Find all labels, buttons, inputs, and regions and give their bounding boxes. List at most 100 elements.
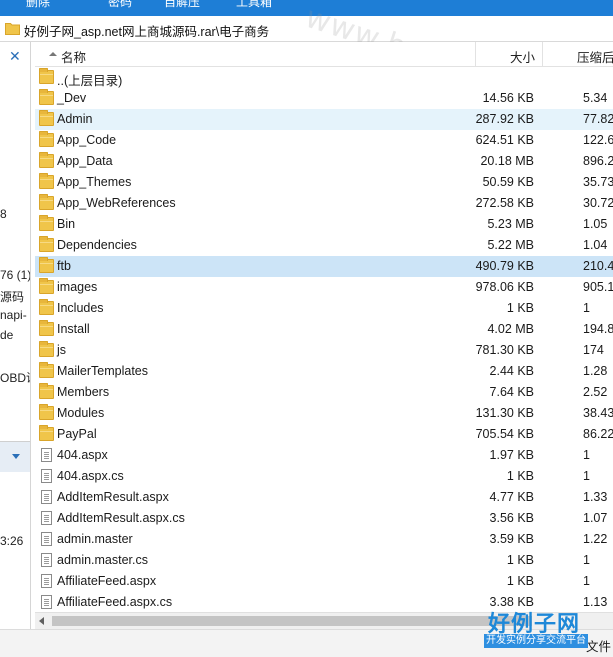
list-item[interactable]: 404.aspx.cs 1 KB 1	[35, 466, 613, 487]
file-size: 3.56 KB	[489, 511, 534, 525]
toolbar-password-button[interactable]: 密码	[108, 0, 132, 10]
scroll-left-icon[interactable]	[39, 617, 44, 625]
list-item[interactable]: js 781.30 KB 174	[35, 340, 613, 361]
file-icon	[41, 595, 52, 609]
folder-icon	[39, 278, 54, 294]
list-item[interactable]: App_Code 624.51 KB 122.68	[35, 130, 613, 151]
toolbar-sfx-button[interactable]: 自解压	[164, 0, 200, 10]
file-name: _Dev	[57, 91, 87, 105]
file-name: 404.aspx.cs	[57, 469, 124, 483]
folder-icon	[39, 236, 54, 252]
file-compressed-size: 1.05	[583, 217, 608, 231]
list-item[interactable]: PayPal 705.54 KB 86.22	[35, 424, 613, 445]
file-compressed-size: 896.22	[583, 154, 613, 168]
file-compressed-size: 5.34	[583, 91, 608, 105]
list-item[interactable]: AddItemResult.aspx.cs 3.56 KB 1.07	[35, 508, 613, 529]
file-compressed-size: 86.22	[583, 427, 613, 441]
file-name: App_Code	[57, 133, 117, 147]
chevron-down-icon[interactable]	[12, 454, 20, 459]
toolbar-delete-button[interactable]: 删除	[26, 0, 50, 10]
folder-icon	[39, 89, 54, 105]
folder-icon	[5, 21, 20, 38]
file-name: ..(上层目录)	[57, 74, 123, 88]
file-compressed-size: 38.43	[583, 406, 613, 420]
file-name: Modules	[57, 406, 105, 420]
list-item[interactable]: Includes 1 KB 1	[35, 298, 613, 319]
file-size: 5.23 MB	[487, 217, 534, 231]
file-name: AffiliateFeed.aspx.cs	[57, 595, 173, 609]
address-path[interactable]: 好例子网_asp.net网上商城源码.rar\电子商务	[24, 21, 269, 40]
file-size: 4.02 MB	[487, 322, 534, 336]
list-item[interactable]: App_Data 20.18 MB 896.22	[35, 151, 613, 172]
toolbar: 删除 密码 自解压 工具箱	[0, 0, 613, 16]
list-item[interactable]: App_WebReferences 272.58 KB 30.72	[35, 193, 613, 214]
list-item[interactable]: admin.master.cs 1 KB 1	[35, 550, 613, 571]
list-item[interactable]: Admin 287.92 KB 77.82	[35, 109, 613, 130]
left-pane-fragment: 8	[0, 207, 7, 221]
file-list[interactable]: 名称 大小 压缩后 ..(上层目录) _Dev 14.56 KB 5.34 Admin 2…	[35, 42, 613, 612]
list-item[interactable]: 404.aspx 1.97 KB 1	[35, 445, 613, 466]
list-item[interactable]: images 978.06 KB 905.15	[35, 277, 613, 298]
file-name: App_Themes	[57, 175, 132, 189]
file-name: Dependencies	[57, 238, 137, 252]
file-name: PayPal	[57, 427, 97, 441]
list-item[interactable]: _Dev 14.56 KB 5.34	[35, 88, 613, 109]
list-item[interactable]: MailerTemplates 2.44 KB 1.28	[35, 361, 613, 382]
file-compressed-size: 1.28	[583, 364, 608, 378]
list-item[interactable]: ftb 490.79 KB 210.45	[35, 256, 613, 277]
list-item[interactable]: Members 7.64 KB 2.52	[35, 382, 613, 403]
list-item[interactable]: AddItemResult.aspx 4.77 KB 1.33	[35, 487, 613, 508]
file-name: 404.aspx	[57, 448, 108, 462]
file-compressed-size: 210.45	[583, 259, 613, 273]
file-compressed-size: 1.33	[583, 490, 608, 504]
file-icon	[41, 532, 52, 546]
file-compressed-size: 1	[583, 469, 590, 483]
left-pane-fragment: 3:26	[0, 534, 24, 548]
list-item[interactable]: App_Themes 50.59 KB 35.73	[35, 172, 613, 193]
file-rows: ..(上层目录) _Dev 14.56 KB 5.34 Admin 287.92 KB 77…	[35, 67, 613, 612]
left-pane: ✕ 8 76 (1) 源码 napi- de OBD说 3:26	[0, 42, 31, 629]
file-compressed-size: 2.52	[583, 385, 608, 399]
list-item[interactable]: Bin 5.23 MB 1.05	[35, 214, 613, 235]
list-item[interactable]: Install 4.02 MB 194.84	[35, 319, 613, 340]
file-name: Admin	[57, 112, 93, 126]
column-compressed-header[interactable]: 压缩后	[577, 47, 613, 66]
folder-icon	[39, 320, 54, 336]
list-item[interactable]: Modules 131.30 KB 38.43	[35, 403, 613, 424]
list-item[interactable]: ..(上层目录)	[35, 67, 613, 88]
file-icon	[41, 448, 52, 462]
folder-icon	[39, 341, 54, 357]
scrollbar-thumb[interactable]	[52, 616, 532, 626]
address-bar[interactable]: 好例子网_asp.net网上商城源码.rar\电子商务	[0, 16, 613, 42]
folder-icon	[39, 152, 54, 168]
column-header: 名称 大小 压缩后	[35, 42, 613, 67]
file-size: 705.54 KB	[475, 427, 534, 441]
file-compressed-size: 1	[583, 553, 590, 567]
file-icon	[41, 511, 52, 525]
list-item[interactable]: admin.master 3.59 KB 1.22	[35, 529, 613, 550]
file-name: AddItemResult.aspx	[57, 490, 169, 504]
list-item[interactable]: AffiliateFeed.aspx 1 KB 1	[35, 571, 613, 592]
file-name: AddItemResult.aspx.cs	[57, 511, 185, 525]
left-pane-fragment: napi-	[0, 308, 27, 322]
file-size: 781.30 KB	[475, 343, 534, 357]
folder-icon	[39, 110, 54, 126]
file-name: Install	[57, 322, 90, 336]
column-size-header[interactable]: 大小	[510, 47, 535, 66]
file-size: 7.64 KB	[489, 385, 534, 399]
column-name-header[interactable]: 名称	[61, 47, 86, 66]
file-name: App_WebReferences	[57, 196, 176, 210]
toolbar-toolbox-button[interactable]: 工具箱	[236, 0, 272, 10]
close-icon[interactable]: ✕	[9, 48, 21, 65]
column-separator[interactable]	[542, 42, 543, 67]
file-size: 1 KB	[506, 301, 534, 315]
folder-icon	[39, 404, 54, 420]
file-compressed-size: 1	[583, 448, 590, 462]
column-separator[interactable]	[475, 42, 476, 67]
list-item[interactable]: Dependencies 5.22 MB 1.04	[35, 235, 613, 256]
left-pane-dropdown[interactable]	[0, 442, 30, 472]
folder-icon	[39, 362, 54, 378]
file-name: admin.master	[57, 532, 133, 546]
folder-icon	[39, 215, 54, 231]
file-size: 1 KB	[506, 553, 534, 567]
